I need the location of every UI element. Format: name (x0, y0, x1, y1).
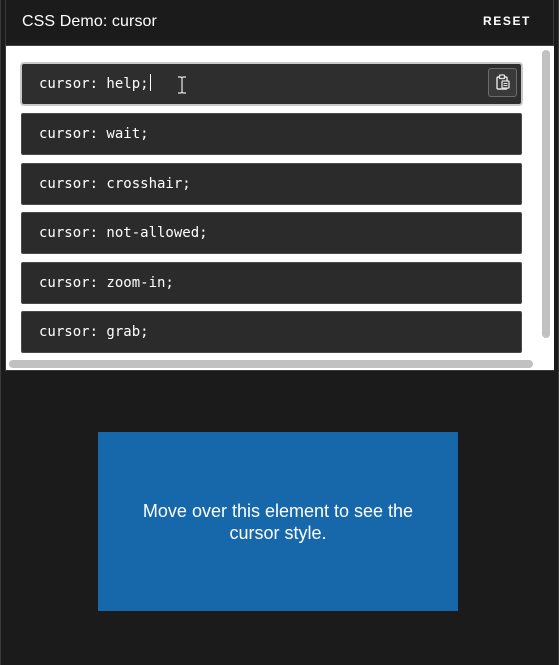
text-caret (149, 74, 151, 91)
choice-zoom-in[interactable]: cursor: zoom-in; (21, 262, 522, 304)
choice-code[interactable]: cursor: crosshair; (39, 176, 191, 192)
choice-grab[interactable]: cursor: grab; (21, 311, 522, 353)
example-element[interactable]: Move over this element to see the cursor… (98, 432, 458, 611)
vertical-scrollbar[interactable] (542, 50, 550, 338)
i-beam-cursor-icon (178, 76, 186, 94)
output-panel: Move over this element to see the cursor… (5, 370, 554, 665)
choice-crosshair[interactable]: cursor: crosshair; (21, 163, 522, 205)
reset-button[interactable]: RESET (483, 14, 531, 28)
choice-help[interactable]: cursor: help; (20, 62, 523, 106)
choice-code[interactable]: cursor: wait; (39, 126, 149, 142)
example-text: Move over this element to see the cursor… (142, 500, 414, 543)
choice-code[interactable]: cursor: grab; (39, 324, 149, 340)
choice-list: cursor: help; cursor: wait; cursor: cros… (5, 46, 554, 370)
clipboard-icon (496, 74, 510, 90)
choice-not-allowed[interactable]: cursor: not-allowed; (21, 212, 522, 254)
choice-code[interactable]: cursor: zoom-in; (39, 275, 174, 291)
copy-button[interactable] (488, 68, 517, 97)
demo-title: CSS Demo: cursor (22, 13, 157, 30)
choice-code[interactable]: cursor: help; (39, 76, 149, 92)
horizontal-scrollbar[interactable] (9, 360, 533, 368)
demo-header: CSS Demo: cursor RESET (5, 0, 554, 46)
choice-wait[interactable]: cursor: wait; (21, 113, 522, 155)
demo-frame: CSS Demo: cursor RESET cursor: help; cur… (0, 0, 559, 665)
choice-code[interactable]: cursor: not-allowed; (39, 225, 208, 241)
